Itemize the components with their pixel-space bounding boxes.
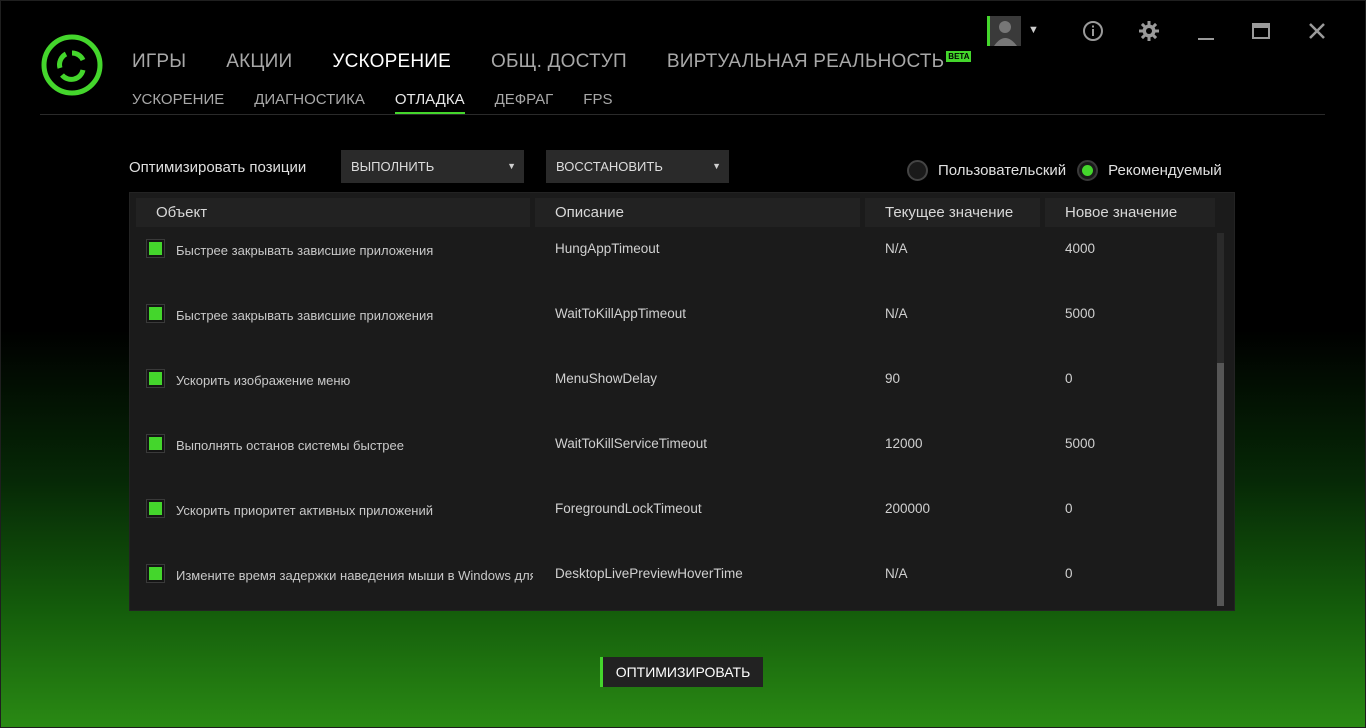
cell-new-value: 4000	[1065, 241, 1096, 256]
nav-share[interactable]: ОБЩ. ДОСТУП	[491, 51, 627, 73]
table-row: Быстрее закрывать зависшие приложения Wa…	[130, 302, 1220, 332]
cell-current-value: 12000	[885, 436, 923, 451]
table-row: Ускорить приоритет активных приложений F…	[130, 497, 1220, 527]
cell-description: DesktopLivePreviewHoverTime	[555, 566, 743, 581]
execute-dropdown-value: ВЫПОЛНИТЬ	[351, 159, 435, 174]
row-checkbox[interactable]	[146, 564, 165, 583]
subtab-fps[interactable]: FPS	[583, 91, 612, 114]
checkbox-checked-mark	[149, 502, 162, 515]
checkbox-checked-mark	[149, 307, 162, 320]
cell-object: Выполнять останов системы быстрее	[176, 438, 404, 453]
row-checkbox[interactable]	[146, 499, 165, 518]
tweaks-table: Объект Описание Текущее значение Новое з…	[129, 192, 1235, 611]
cell-new-value: 5000	[1065, 436, 1096, 451]
optimize-items-label: Оптимизировать позиции	[129, 159, 307, 176]
checkbox-checked-mark	[149, 567, 162, 580]
nav-boost[interactable]: УСКОРЕНИЕ	[332, 51, 451, 73]
cell-description: WaitToKillAppTimeout	[555, 306, 687, 321]
subtab-diagnostics[interactable]: ДИАГНОСТИКА	[254, 91, 365, 114]
restore-dropdown-value: ВОССТАНОВИТЬ	[556, 159, 663, 174]
nav-games[interactable]: ИГРЫ	[132, 51, 186, 73]
nav-vr[interactable]: ВИРТУАЛЬНАЯ РЕАЛЬНОСТЬ BETA	[667, 51, 972, 73]
gear-icon[interactable]	[1136, 18, 1162, 44]
cell-new-value: 0	[1065, 566, 1073, 581]
nav-vr-label: ВИРТУАЛЬНАЯ РЕАЛЬНОСТЬ	[666, 51, 945, 72]
minimize-icon[interactable]	[1193, 18, 1219, 44]
table-row: Измените время задержки наведения мыши в…	[130, 562, 1220, 592]
radio-selected-dot	[1082, 165, 1094, 176]
restore-dropdown[interactable]: ВОССТАНОВИТЬ ▼	[546, 150, 729, 183]
row-checkbox[interactable]	[146, 369, 165, 388]
radio-recommended[interactable]	[1077, 160, 1099, 181]
beta-badge: BETA	[946, 51, 972, 62]
razer-cortex-logo-icon	[40, 33, 104, 97]
cell-description: HungAppTimeout	[555, 241, 660, 256]
cell-description: WaitToKillServiceTimeout	[555, 436, 708, 451]
main-nav: ИГРЫ АКЦИИ УСКОРЕНИЕ ОБЩ. ДОСТУП ВИРТУАЛ…	[132, 51, 1011, 73]
table-row: Ускорить изображение меню MenuShowDelay …	[130, 367, 1220, 397]
cell-object: Измените время задержки наведения мыши в…	[176, 568, 533, 583]
cell-object: Ускорить изображение меню	[176, 373, 351, 388]
cell-description: MenuShowDelay	[555, 371, 658, 386]
column-header-object[interactable]: Объект	[136, 198, 530, 227]
column-header-current[interactable]: Текущее значение	[865, 198, 1040, 227]
optimize-button[interactable]: ОПТИМИЗИРОВАТЬ	[600, 657, 763, 687]
checkbox-checked-mark	[149, 372, 162, 385]
cell-new-value: 0	[1065, 371, 1073, 386]
cell-description: ForegroundLockTimeout	[555, 501, 702, 516]
checkbox-checked-mark	[149, 437, 162, 450]
user-avatar-icon[interactable]	[987, 16, 1021, 46]
nav-deals[interactable]: АКЦИИ	[226, 51, 292, 73]
cell-current-value: N/A	[885, 566, 908, 581]
checkbox-checked-mark	[149, 242, 162, 255]
radio-recommended-label: Рекомендуемый	[1108, 162, 1222, 179]
cell-object: Быстрее закрывать зависшие приложения	[176, 308, 434, 323]
mode-radio-group: Пользовательский Рекомендуемый	[907, 160, 1233, 181]
row-checkbox[interactable]	[146, 239, 165, 258]
cell-current-value: N/A	[885, 241, 908, 256]
info-icon[interactable]	[1080, 18, 1106, 44]
row-checkbox[interactable]	[146, 434, 165, 453]
nav-divider	[40, 114, 1325, 115]
cell-object: Ускорить приоритет активных приложений	[176, 503, 434, 518]
avatar-dropdown-icon[interactable]: ▼	[1028, 24, 1039, 36]
subtab-defrag[interactable]: ДЕФРАГ	[495, 91, 554, 114]
cell-current-value: N/A	[885, 306, 908, 321]
close-icon[interactable]	[1304, 18, 1330, 44]
cell-object: Быстрее закрывать зависшие приложения	[176, 243, 434, 258]
subtab-boost[interactable]: УСКОРЕНИЕ	[132, 91, 224, 114]
execute-dropdown[interactable]: ВЫПОЛНИТЬ ▼	[341, 150, 524, 183]
table-scrollbar-thumb[interactable]	[1217, 363, 1224, 606]
cell-current-value: 90	[885, 371, 901, 386]
radio-custom[interactable]	[907, 160, 928, 181]
cell-new-value: 5000	[1065, 306, 1096, 321]
subtab-debug[interactable]: ОТЛАДКА	[394, 91, 465, 114]
chevron-down-icon: ▼	[507, 161, 516, 171]
sub-nav: УСКОРЕНИЕ ДИАГНОСТИКА ОТЛАДКА ДЕФРАГ FPS	[132, 91, 642, 114]
maximize-icon[interactable]	[1248, 18, 1274, 44]
radio-custom-label: Пользовательский	[938, 162, 1067, 179]
row-checkbox[interactable]	[146, 304, 165, 323]
table-row: Быстрее закрывать зависшие приложения Hu…	[130, 237, 1220, 267]
chevron-down-icon: ▼	[712, 161, 721, 171]
cell-new-value: 0	[1065, 501, 1073, 516]
table-header: Объект Описание Текущее значение Новое з…	[130, 198, 1220, 227]
table-row: Выполнять останов системы быстрее WaitTo…	[130, 432, 1220, 462]
column-header-new[interactable]: Новое значение	[1045, 198, 1215, 227]
cell-current-value: 200000	[885, 501, 931, 516]
column-header-description[interactable]: Описание	[535, 198, 860, 227]
